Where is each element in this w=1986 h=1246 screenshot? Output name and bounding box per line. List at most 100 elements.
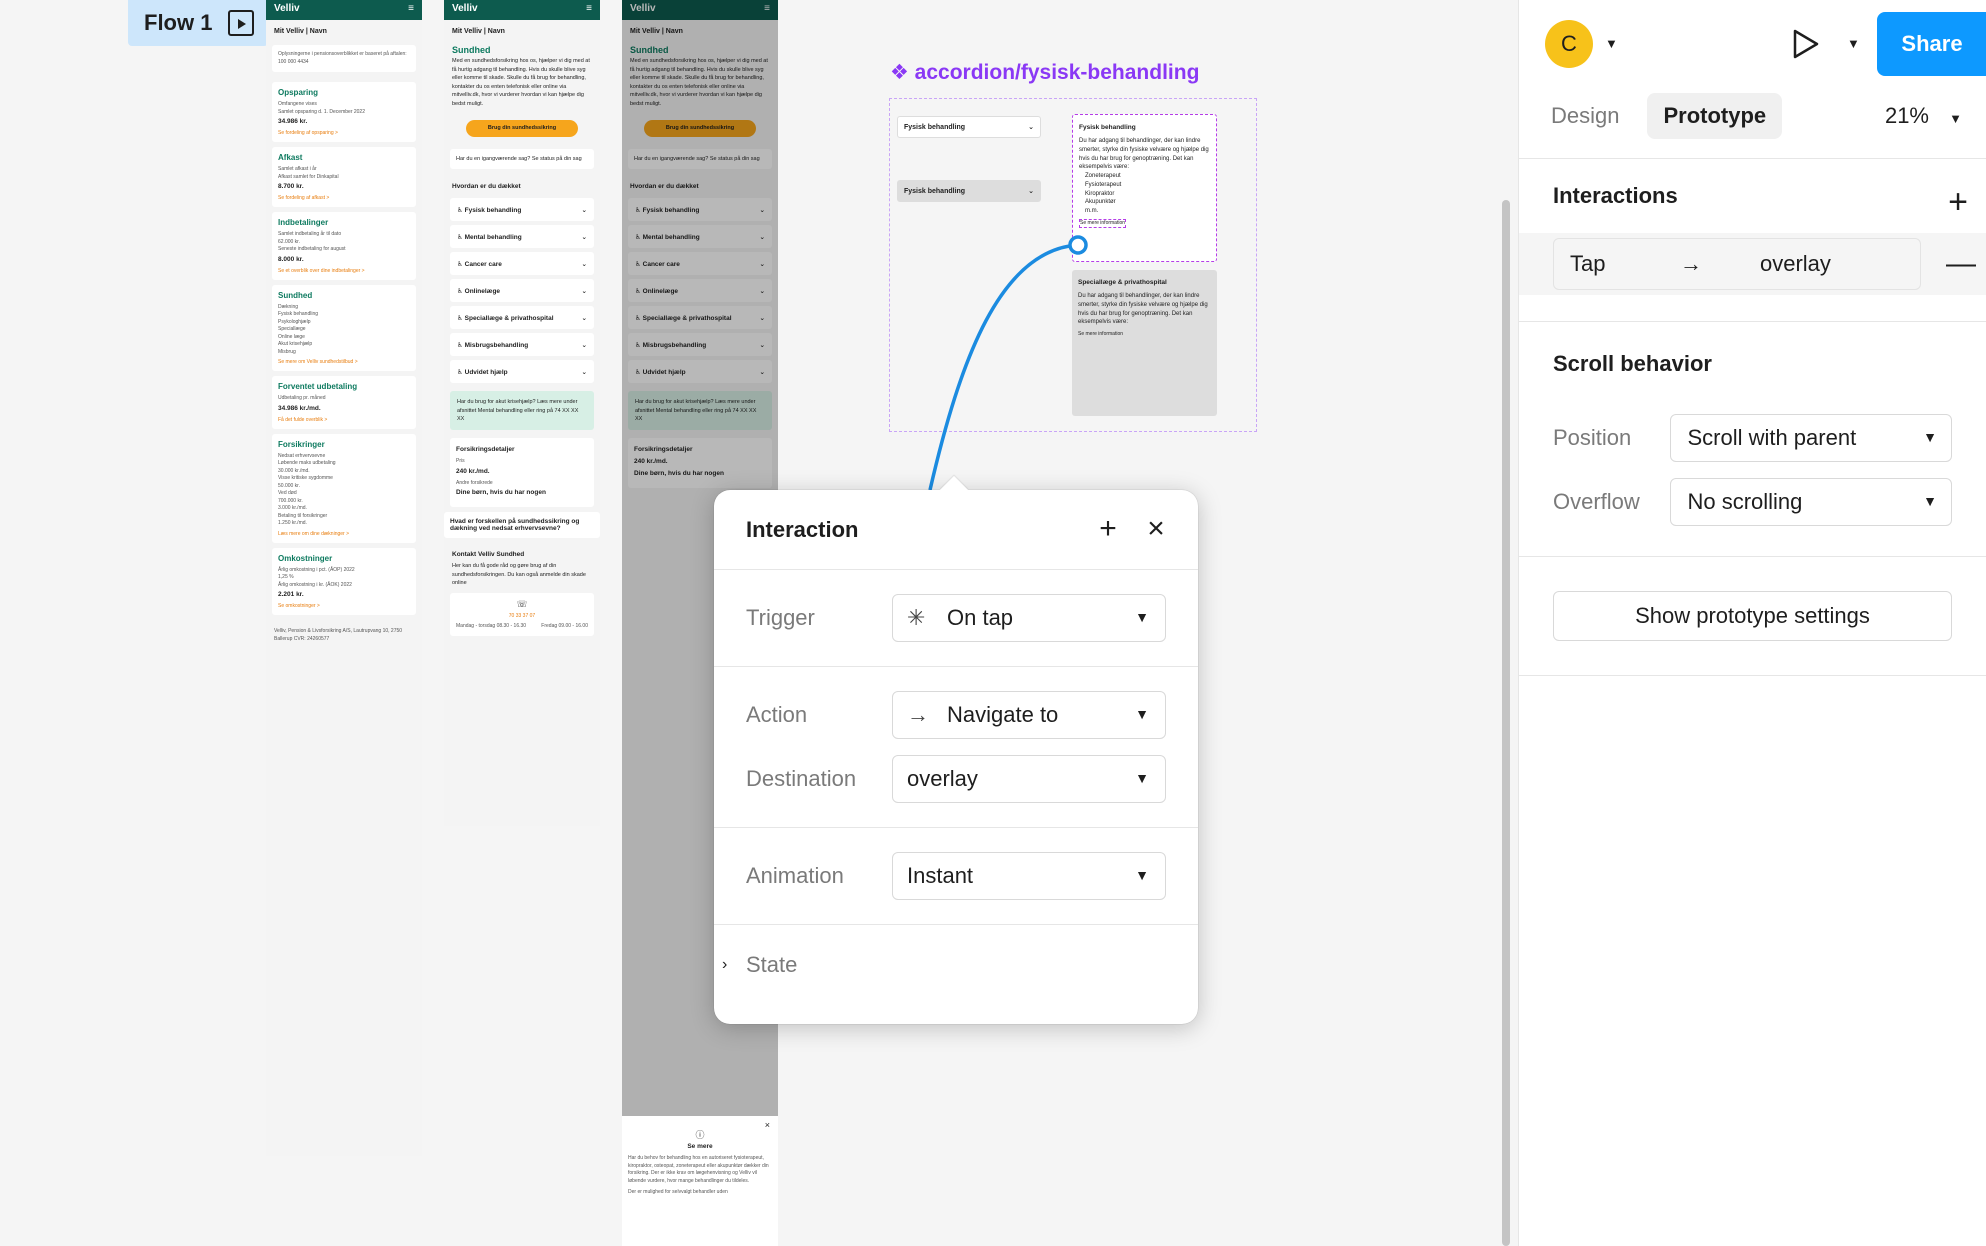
tab-design[interactable]: Design bbox=[1535, 93, 1635, 139]
arrow-right-icon: → bbox=[1680, 251, 1702, 276]
overview-card: Sundhed Dækning Fysisk behandling Psykologh… bbox=[272, 284, 416, 371]
component-icon: ❖ bbox=[890, 61, 909, 84]
component-title[interactable]: ❖ accordion/fysisk-behandling bbox=[890, 60, 1199, 85]
canvas-scrollbar[interactable] bbox=[1502, 200, 1510, 1246]
other-label: Andre forsikrede bbox=[456, 479, 493, 486]
action-value: Navigate to bbox=[947, 702, 1059, 727]
interaction-destination: overlay bbox=[1760, 251, 1831, 276]
overflow-value: No scrolling bbox=[1687, 489, 1803, 514]
card-link[interactable]: Se fordeling af opsparing > bbox=[278, 130, 410, 136]
play-icon[interactable] bbox=[1791, 28, 1821, 60]
share-button[interactable]: Share bbox=[1877, 12, 1986, 76]
card-line: Psykologhjælp bbox=[278, 318, 311, 325]
chevron-down-icon: ▼ bbox=[1135, 609, 1149, 625]
accordion-label: ♿ Mental behandling bbox=[457, 233, 522, 241]
phone-number[interactable]: 70 33 37 07 bbox=[456, 613, 588, 619]
frame-header: Velliv ≡ bbox=[266, 0, 422, 20]
chevron-down-icon[interactable]: ▼ bbox=[1847, 36, 1860, 51]
overlay-more: Der er mulighed for selvvalgt behandler … bbox=[628, 1189, 728, 1195]
intro-text: Med en sundhedsforsikring hos os, hjælpe… bbox=[452, 58, 590, 107]
more-info-link[interactable]: Se mere information bbox=[1079, 218, 1127, 228]
crisis-box: Har du brug for akut krisehjælp? Læs mer… bbox=[450, 391, 594, 431]
prototype-settings-button[interactable]: Show prototype settings bbox=[1553, 591, 1952, 641]
use-insurance-button[interactable]: Brug din sundhedssikring bbox=[466, 120, 578, 138]
frame-subnav: Mit Velliv | Navn bbox=[452, 28, 505, 35]
overview-card: Afkast Samlet afkast i år Afkast samlet fo… bbox=[272, 147, 416, 207]
accordion-variant-open[interactable]: Fysisk behandling Du har adgang til beha… bbox=[1072, 114, 1217, 262]
accordion-list: ♿ Fysisk behandling ⌄ ♿ Mental behandling ⌄… bbox=[444, 198, 600, 384]
card-line: Dækning bbox=[278, 303, 299, 310]
animation-label: Animation bbox=[746, 863, 844, 888]
trigger-value: On tap bbox=[947, 605, 1014, 630]
avatar[interactable]: C bbox=[1545, 20, 1593, 68]
accordion-label: ♿ Fysisk behandling bbox=[457, 206, 522, 214]
card-title: Forventet udbetaling bbox=[278, 382, 358, 391]
trigger-select[interactable]: ✳ On tap ▼ bbox=[892, 594, 1166, 642]
interaction-dialog: Interaction + × Trigger ✳ On tap ▼ Action … bbox=[714, 475, 1198, 1024]
accordion-label: ♿ Speciallæge & privathospital bbox=[457, 314, 554, 322]
card-line: Årlig omkostning i pct. (ÅOP) 2022 bbox=[278, 566, 355, 573]
frame-footer: Velliv, Pension & Livsforsikring A/S, La… bbox=[274, 628, 403, 642]
card-line: Løbende maks udbetaling bbox=[278, 460, 336, 466]
chevron-down-icon: ⌄ bbox=[581, 287, 587, 295]
play-flow-icon[interactable] bbox=[228, 10, 254, 36]
overlay-text: Har du behov for behandling hos en autor… bbox=[628, 1155, 769, 1184]
accordion-icon: ♿ bbox=[457, 206, 465, 214]
position-label: Position bbox=[1553, 425, 1632, 450]
card-line: Misbrug bbox=[278, 348, 296, 355]
accordion-variant-pressed[interactable]: Fysisk behandling ⌄ bbox=[897, 180, 1041, 202]
chevron-down-icon: ⌄ bbox=[581, 314, 587, 322]
accordion-item[interactable]: ♿ Fysisk behandling ⌄ bbox=[450, 198, 594, 222]
accordion-variant-open-pressed[interactable]: Speciallæge & privathospital Du har adga… bbox=[1072, 270, 1217, 416]
tab-prototype[interactable]: Prototype bbox=[1647, 93, 1783, 139]
zoom-control[interactable]: 21% ▼ bbox=[1885, 103, 1962, 129]
card-line: 62.000 kr. bbox=[278, 238, 300, 245]
destination-select[interactable]: overlay ▼ bbox=[892, 755, 1166, 803]
card-link[interactable]: Se omkostninger > bbox=[278, 603, 410, 609]
position-select[interactable]: Scroll with parent ▼ bbox=[1670, 414, 1952, 462]
destination-value: overlay bbox=[907, 766, 978, 791]
animation-select[interactable]: Instant ▼ bbox=[892, 852, 1166, 900]
card-value: 2.201 kr. bbox=[278, 591, 304, 598]
remove-interaction-icon[interactable]: — bbox=[1946, 247, 1976, 281]
card-link[interactable]: Få det fulde overblik > bbox=[278, 417, 410, 423]
accordion-item[interactable]: ♿ Onlinelæge ⌄ bbox=[450, 279, 594, 303]
state-toggle[interactable]: › State bbox=[714, 925, 1198, 989]
add-icon[interactable]: + bbox=[1094, 514, 1122, 544]
accordion-variant-closed[interactable]: Fysisk behandling ⌄ bbox=[897, 116, 1041, 138]
close-icon[interactable]: × bbox=[1142, 514, 1170, 544]
close-icon[interactable]: × bbox=[765, 1120, 770, 1130]
flow-label[interactable]: Flow 1 bbox=[128, 0, 268, 46]
accordion-item[interactable]: ♿ Udvidet hjælp ⌄ bbox=[450, 360, 594, 384]
accordion-item[interactable]: ♿ Speciallæge & privathospital ⌄ bbox=[450, 306, 594, 330]
card-link[interactable]: Se fordeling af afkast > bbox=[278, 195, 410, 201]
overflow-select[interactable]: No scrolling ▼ bbox=[1670, 478, 1952, 526]
add-interaction-icon[interactable]: + bbox=[1948, 185, 1968, 219]
more-info-link[interactable]: Se mere information bbox=[1078, 331, 1211, 338]
card-line: Akut krisehjælp bbox=[278, 341, 313, 347]
question-accordion[interactable]: Hvad er forskellen på sundhedssikring og… bbox=[444, 512, 600, 539]
dialog-title: Interaction bbox=[746, 516, 859, 542]
frame-overview[interactable]: Velliv ≡ Mit Velliv | Navn Oplysningerne … bbox=[266, 0, 422, 1156]
frame-sundhed[interactable]: Velliv ≡ Mit Velliv | Navn Sundhed Med en… bbox=[444, 0, 600, 826]
card-link[interactable]: Se et overblik over dine indbetalinger > bbox=[278, 268, 410, 274]
accordion-item[interactable]: ♿ Cancer care ⌄ bbox=[450, 252, 594, 276]
variant-label: Fysisk behandling bbox=[904, 187, 966, 195]
card-link[interactable]: Læs mere om dine dækninger > bbox=[278, 531, 410, 537]
accordion-item[interactable]: ♿ Mental behandling ⌄ bbox=[450, 225, 594, 249]
accordion-icon: ♿ bbox=[457, 233, 465, 241]
brand-logo: Velliv bbox=[452, 3, 478, 14]
card-line: 1.250 kr./md. bbox=[278, 520, 307, 526]
state-label: State bbox=[746, 952, 798, 977]
accordion-item[interactable]: ♿ Misbrugsbehandling ⌄ bbox=[450, 333, 594, 357]
section-heading: Hvordan er du dækket bbox=[452, 183, 521, 191]
interaction-row[interactable]: Tap → overlay — bbox=[1519, 233, 1986, 295]
card-title: Afkast bbox=[278, 153, 303, 162]
canvas[interactable]: Flow 1 Velliv ≡ Mit Velliv | Navn Oplysni… bbox=[0, 0, 1518, 1246]
card-link[interactable]: Se mere om Velliv sundhedstilbud > bbox=[278, 359, 410, 365]
overlay-sheet[interactable]: × ⓘ Se mere Har du behov for behandling … bbox=[622, 1116, 778, 1246]
phone-icon: ☏ bbox=[516, 598, 528, 609]
price-value: 240 kr./md. bbox=[456, 467, 490, 475]
action-select[interactable]: → Navigate to ▼ bbox=[892, 691, 1166, 739]
chevron-down-icon[interactable]: ▼ bbox=[1605, 36, 1618, 51]
